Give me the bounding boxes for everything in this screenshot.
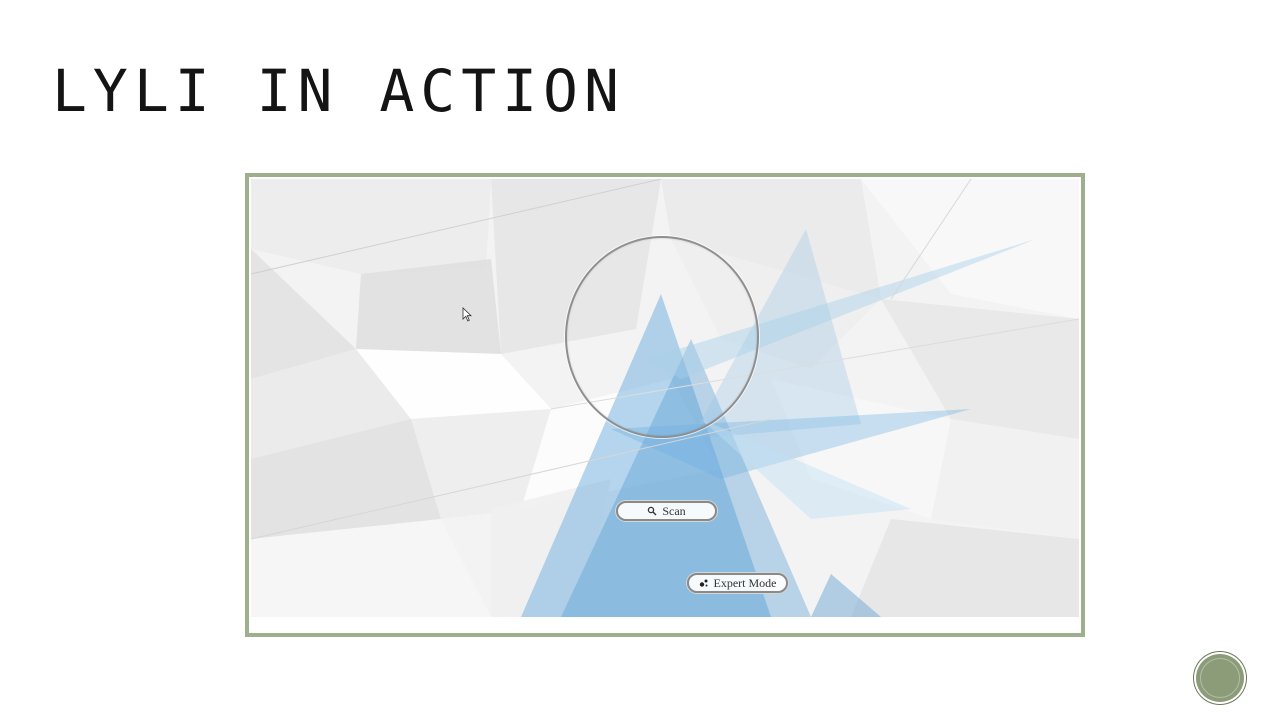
slide: LYLI IN ACTION Scan Expert Mode [0,0,1280,720]
expert-mode-label: Expert Mode [713,575,777,590]
dots-icon [699,578,709,588]
scan-button[interactable]: Scan [616,501,717,521]
expert-mode-button[interactable]: Expert Mode [687,573,788,593]
mouse-pointer-icon [462,307,472,322]
scan-circle[interactable] [565,236,759,438]
magnifier-icon [647,506,657,516]
slide-number-badge[interactable] [1196,654,1244,702]
app-canvas: Scan Expert Mode [251,179,1079,617]
app-screenshot-frame: Scan Expert Mode [245,173,1085,637]
slide-title: LYLI IN ACTION [52,57,625,125]
scan-label: Scan [662,503,686,518]
